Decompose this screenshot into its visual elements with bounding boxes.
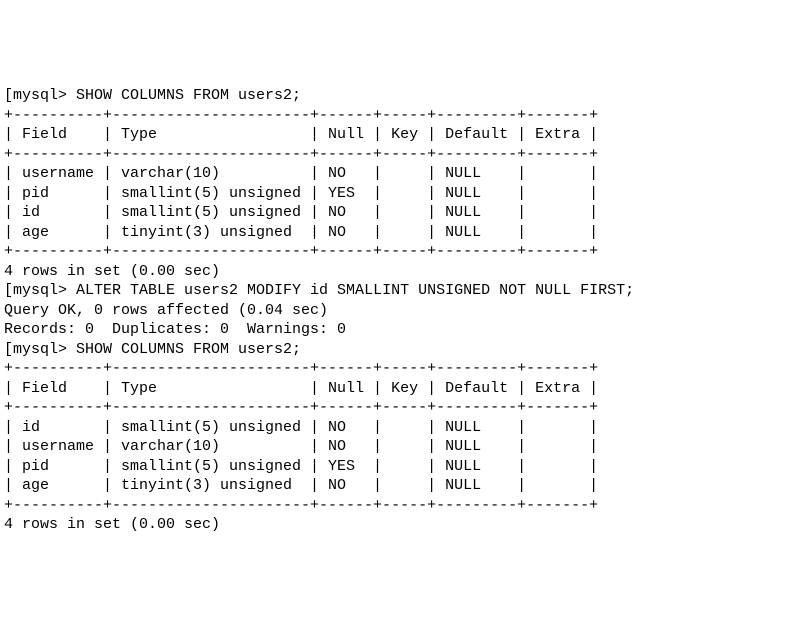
table-border: +----------+----------------------+-----… — [4, 106, 802, 126]
table-border: +----------+----------------------+-----… — [4, 398, 802, 418]
alter-result-line: Records: 0 Duplicates: 0 Warnings: 0 — [4, 320, 802, 340]
mysql-prompt: [mysql> — [4, 282, 76, 299]
alter-result-line: Query OK, 0 rows affected (0.04 sec) — [4, 301, 802, 321]
table-row: | username | varchar(10) | NO | | NULL |… — [4, 164, 802, 184]
table-header-row: | Field | Type | Null | Key | Default | … — [4, 379, 802, 399]
sql-command: ALTER TABLE users2 MODIFY id SMALLINT UN… — [76, 282, 634, 299]
result-footer: 4 rows in set (0.00 sec) — [4, 262, 802, 282]
table-header-row: | Field | Type | Null | Key | Default | … — [4, 125, 802, 145]
result-footer: 4 rows in set (0.00 sec) — [4, 515, 802, 535]
command-line-show1: [mysql> SHOW COLUMNS FROM users2; — [4, 86, 802, 106]
table-border: +----------+----------------------+-----… — [4, 145, 802, 165]
sql-command: SHOW COLUMNS FROM users2; — [76, 341, 301, 358]
table-row: | username | varchar(10) | NO | | NULL |… — [4, 437, 802, 457]
command-line-show2: [mysql> SHOW COLUMNS FROM users2; — [4, 340, 802, 360]
table-row: | age | tinyint(3) unsigned | NO | | NUL… — [4, 476, 802, 496]
mysql-prompt: [mysql> — [4, 341, 76, 358]
mysql-prompt: [mysql> — [4, 87, 76, 104]
sql-command: SHOW COLUMNS FROM users2; — [76, 87, 301, 104]
command-line-alter: [mysql> ALTER TABLE users2 MODIFY id SMA… — [4, 281, 802, 301]
table-row: | id | smallint(5) unsigned | NO | | NUL… — [4, 418, 802, 438]
table-row: | age | tinyint(3) unsigned | NO | | NUL… — [4, 223, 802, 243]
table-border: +----------+----------------------+-----… — [4, 496, 802, 516]
table-row: | id | smallint(5) unsigned | NO | | NUL… — [4, 203, 802, 223]
mysql-terminal-output: [mysql> SHOW COLUMNS FROM users2;+------… — [4, 86, 802, 535]
table-row: | pid | smallint(5) unsigned | YES | | N… — [4, 184, 802, 204]
table-border: +----------+----------------------+-----… — [4, 242, 802, 262]
table-border: +----------+----------------------+-----… — [4, 359, 802, 379]
table-row: | pid | smallint(5) unsigned | YES | | N… — [4, 457, 802, 477]
